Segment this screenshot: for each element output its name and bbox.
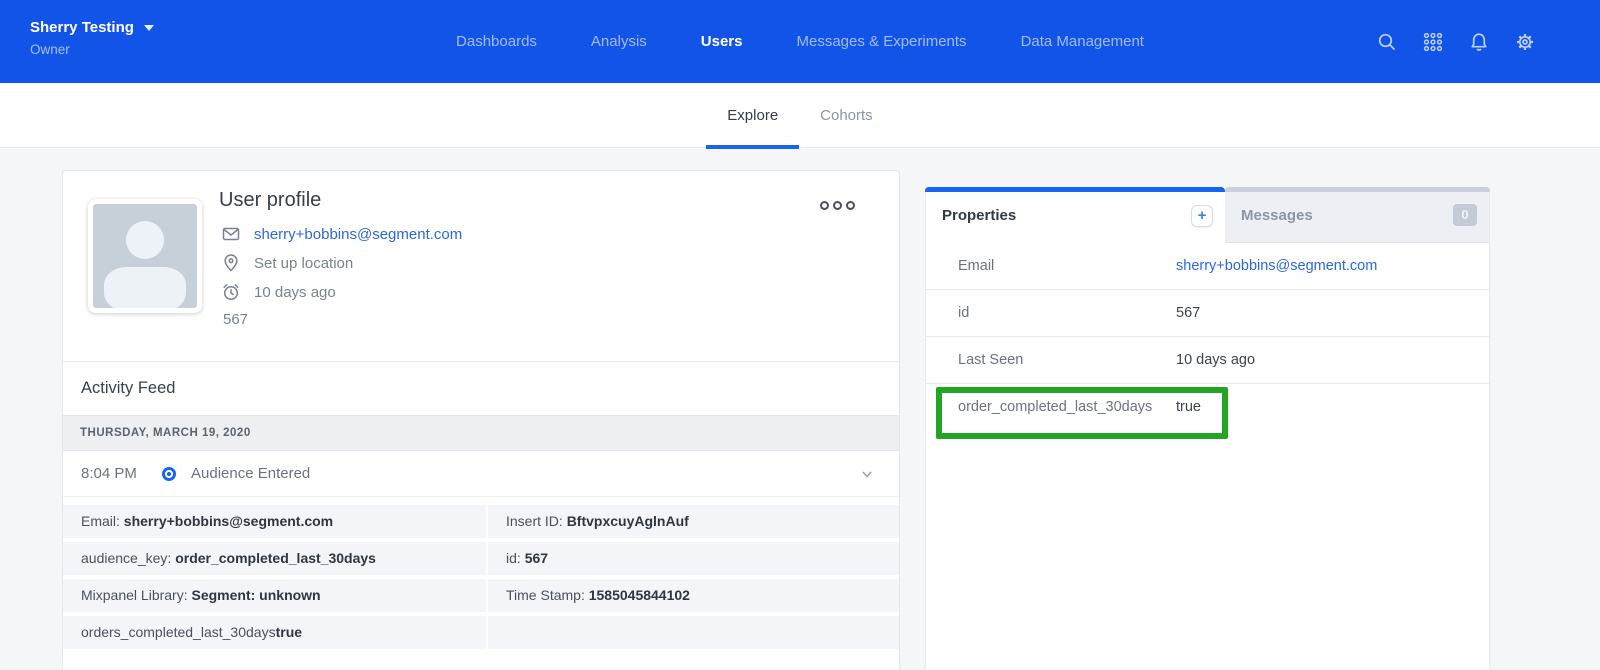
nav-data-management[interactable]: Data Management xyxy=(1021,33,1144,50)
tab-explore[interactable]: Explore xyxy=(706,83,799,148)
profile-section: User profile sherry+bobbins@segment.com … xyxy=(63,171,899,361)
profile-email-row: sherry+bobbins@segment.com xyxy=(221,224,462,244)
tab-cohorts[interactable]: Cohorts xyxy=(799,83,894,148)
property-value: 10 days ago xyxy=(1176,337,1255,384)
profile-last-seen: 10 days ago xyxy=(254,284,336,301)
profile-email-link[interactable]: sherry+bobbins@segment.com xyxy=(254,226,462,243)
event-prop-cell: Time Stamp: 1585045844102 xyxy=(488,579,899,612)
event-prop-cell: orders_completed_last_30daystrue xyxy=(63,616,486,649)
event-prop-cell: Email: sherry+bobbins@segment.com xyxy=(63,505,486,538)
main-nav: Dashboards Analysis Users Messages & Exp… xyxy=(0,0,1600,83)
profile-user-id: 567 xyxy=(223,311,462,328)
top-nav-bar: Sherry Testing Owner Dashboards Analysis… xyxy=(0,0,1600,83)
nav-messages-experiments[interactable]: Messages & Experiments xyxy=(796,33,966,50)
property-key: id xyxy=(958,290,969,337)
event-prop-cell: Insert ID: BftvpxcuyAglnAuf xyxy=(488,505,899,538)
event-time: 8:04 PM xyxy=(81,465,161,482)
notifications-bell-icon[interactable] xyxy=(1468,31,1490,53)
page-title: User profile xyxy=(219,189,462,212)
avatar-silhouette-body xyxy=(104,267,186,311)
apps-grid-icon[interactable] xyxy=(1422,31,1444,53)
alarm-clock-icon xyxy=(221,282,241,302)
tab-messages[interactable]: Messages 0 xyxy=(1225,188,1489,243)
location-pin-icon xyxy=(221,253,241,273)
nav-users[interactable]: Users xyxy=(701,33,743,50)
tab-messages-label: Messages xyxy=(1241,207,1313,224)
table-row: Email sherry+bobbins@segment.com xyxy=(926,243,1489,290)
event-properties-table: Email: sherry+bobbins@segment.com Insert… xyxy=(63,497,899,649)
tab-explore-label: Explore xyxy=(727,107,778,124)
audience-event-icon xyxy=(161,466,177,482)
properties-panel: Properties + Messages 0 Email sherry+bob… xyxy=(925,188,1490,670)
activity-date-header: THURSDAY, MARCH 19, 2020 xyxy=(63,415,899,451)
event-name: Audience Entered xyxy=(191,465,310,482)
avatar-silhouette-head xyxy=(126,221,164,259)
search-icon[interactable] xyxy=(1376,31,1398,53)
settings-gear-icon[interactable] xyxy=(1514,31,1536,53)
add-property-button[interactable]: + xyxy=(1191,205,1213,227)
user-profile-card: User profile sherry+bobbins@segment.com … xyxy=(62,170,900,670)
event-prop-cell: id: 567 xyxy=(488,542,899,575)
envelope-icon xyxy=(221,224,241,244)
more-options-icon[interactable] xyxy=(820,201,855,210)
chevron-down-icon[interactable] xyxy=(859,466,875,482)
properties-panel-tabs: Properties + Messages 0 xyxy=(926,188,1489,243)
nav-dashboards[interactable]: Dashboards xyxy=(456,33,537,50)
header-icons xyxy=(1376,0,1536,83)
activity-feed-title: Activity Feed xyxy=(63,361,899,415)
tab-cohorts-label: Cohorts xyxy=(820,107,873,124)
event-prop-cell xyxy=(488,616,899,649)
event-prop-cell: Mixpanel Library: Segment: unknown xyxy=(63,579,486,612)
table-row-highlighted: order_completed_last_30days true xyxy=(926,384,1489,431)
property-key: order_completed_last_30days xyxy=(958,384,1152,431)
profile-location-row: Set up location xyxy=(221,253,462,273)
users-subnav: Explore Cohorts xyxy=(0,83,1600,148)
event-prop-cell: audience_key: order_completed_last_30day… xyxy=(63,542,486,575)
profile-location-placeholder[interactable]: Set up location xyxy=(254,255,353,272)
property-key: Last Seen xyxy=(958,337,1023,384)
tab-properties-label: Properties xyxy=(942,207,1016,224)
messages-count-badge: 0 xyxy=(1453,204,1477,226)
nav-analysis[interactable]: Analysis xyxy=(591,33,647,50)
property-value-email-link[interactable]: sherry+bobbins@segment.com xyxy=(1176,243,1377,290)
table-row: Last Seen 10 days ago xyxy=(926,337,1489,384)
property-value: true xyxy=(1176,384,1201,431)
profile-last-seen-row: 10 days ago xyxy=(221,282,462,302)
activity-event-row[interactable]: 8:04 PM Audience Entered xyxy=(63,451,899,497)
property-key: Email xyxy=(958,243,994,290)
tab-properties[interactable]: Properties + xyxy=(926,188,1225,243)
property-value: 567 xyxy=(1176,290,1200,337)
table-row: id 567 xyxy=(926,290,1489,337)
avatar xyxy=(88,199,202,313)
